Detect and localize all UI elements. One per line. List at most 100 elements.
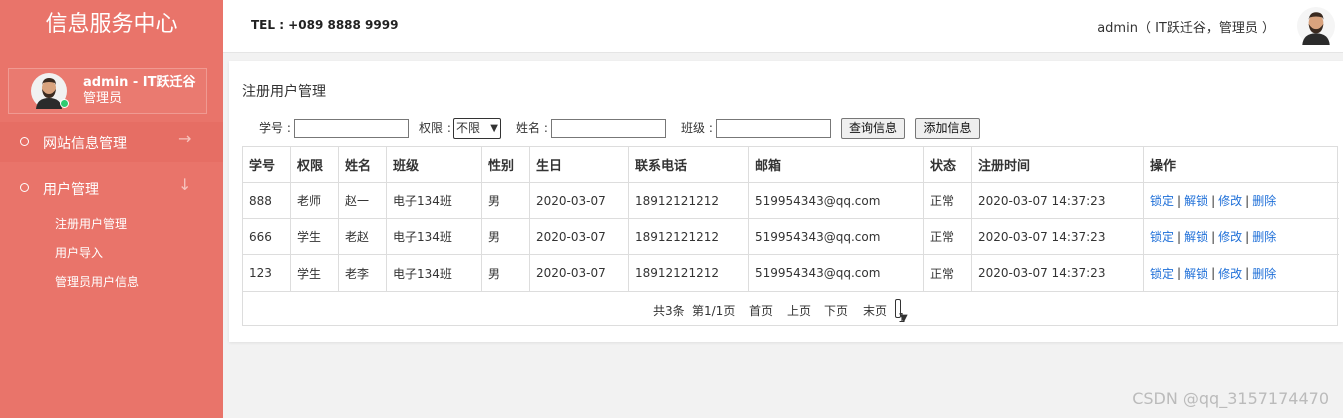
cell-birthday: 2020-03-07 (530, 219, 629, 254)
column-header-permission: 权限 (291, 147, 339, 182)
filter-id-label: 学号 : (259, 121, 291, 135)
pager-total: 共3条 (653, 304, 685, 318)
lock-link[interactable]: 锁定 (1150, 265, 1174, 282)
pager-next[interactable]: 下页 (824, 302, 848, 319)
chevron-down-icon: ▼ (490, 123, 498, 134)
cell-status: 正常 (924, 183, 972, 218)
column-header-status: 状态 (924, 147, 972, 182)
column-header-email: 邮箱 (749, 147, 924, 182)
cell-register-time: 2020-03-07 14:37:23 (972, 255, 1144, 291)
query-button[interactable]: 查询信息 (841, 118, 905, 139)
cell-gender: 男 (482, 183, 530, 218)
add-button[interactable]: 添加信息 (915, 118, 980, 139)
cell-id: 888 (243, 183, 291, 218)
table-header-row: 学号 权限 姓名 班级 性别 生日 联系电话 邮箱 状态 注册时间 操作 (243, 147, 1339, 183)
delete-link[interactable]: 删除 (1252, 228, 1276, 245)
separator: | (1211, 193, 1216, 208)
cell-class: 电子134班 (387, 183, 482, 218)
column-header-actions: 操作 (1150, 159, 1177, 174)
header-avatar[interactable] (1297, 7, 1335, 45)
nav-item-user-management[interactable]: 用户管理 ↓ (0, 168, 223, 208)
lock-link[interactable]: 锁定 (1150, 228, 1174, 245)
circle-icon (20, 183, 29, 192)
cell-actions: 锁定 | 解锁 | 修改 | 删除 (1144, 183, 1339, 218)
table-row: 888 老师 赵一 电子134班男 2020-03-07 18912121212 51995… (243, 183, 1339, 219)
page-select[interactable]: 1 ▼ (895, 299, 908, 325)
separator: | (1245, 229, 1250, 244)
class-input[interactable] (716, 119, 831, 138)
chevron-down-icon: ▼ (900, 313, 908, 324)
cell-actions: 锁定 | 解锁 | 修改 | 删除 (1144, 255, 1339, 291)
cell-status: 正常 (924, 219, 972, 254)
cell-email: 519954343@qq.com (749, 183, 924, 218)
separator: | (1177, 193, 1182, 208)
sidebar-user-role: 管理员 (83, 91, 123, 106)
column-header-phone: 联系电话 (629, 147, 749, 182)
pagination: 共3条 第1/1页 首页 上页 下页 末页 1 ▼ (243, 292, 1339, 326)
nav-item-label: 网站信息管理 (43, 136, 127, 152)
cell-gender: 男 (482, 219, 530, 254)
cell-permission: 学生 (291, 255, 339, 291)
lock-link[interactable]: 锁定 (1150, 192, 1174, 209)
watermark: CSDN @qq_3157174470 (1132, 389, 1329, 408)
cell-phone: 18912121212 (629, 183, 749, 218)
cell-name: 老赵 (339, 219, 387, 254)
cell-register-time: 2020-03-07 14:37:23 (972, 183, 1144, 218)
separator: | (1177, 229, 1182, 244)
cell-name: 老李 (339, 255, 387, 291)
nav-item-label: 用户管理 (43, 182, 99, 198)
sidebar-user-card: admin - IT跃迁谷 管理员 (8, 68, 207, 114)
permission-select-value: 不限 (456, 121, 481, 135)
sidebar: 信息服务中心 admin - IT跃迁谷 管理员 网站信息管理 → 用户管理 ↓… (0, 0, 223, 418)
cell-status: 正常 (924, 255, 972, 291)
pager-prev[interactable]: 上页 (787, 302, 811, 319)
edit-link[interactable]: 修改 (1218, 192, 1242, 209)
table-row: 666 学生 老赵 电子134班男 2020-03-07 18912121212 51995… (243, 219, 1339, 255)
arrow-right-icon: → (178, 129, 192, 148)
cell-permission: 老师 (291, 183, 339, 218)
edit-link[interactable]: 修改 (1218, 265, 1242, 282)
delete-link[interactable]: 删除 (1252, 265, 1276, 282)
cell-birthday: 2020-03-07 (530, 255, 629, 291)
column-header-birthday: 生日 (530, 147, 629, 182)
cell-gender: 男 (482, 255, 530, 291)
sub-item-registered-users[interactable]: 注册用户管理 (55, 215, 127, 232)
cell-actions: 锁定 | 解锁 | 修改 | 删除 (1144, 219, 1339, 254)
student-id-input[interactable] (294, 119, 409, 138)
header-tel: TEL : +089 8888 9999 (251, 18, 399, 32)
pager-last[interactable]: 末页 (863, 302, 887, 319)
sidebar-user-name: admin - IT跃迁谷 (83, 75, 196, 90)
cell-permission: 学生 (291, 219, 339, 254)
cell-email: 519954343@qq.com (749, 219, 924, 254)
cell-register-time: 2020-03-07 14:37:23 (972, 219, 1144, 254)
pager-first[interactable]: 首页 (749, 302, 773, 319)
separator: | (1211, 266, 1216, 280)
brand-title: 信息服务中心 (45, 12, 178, 37)
delete-link[interactable]: 删除 (1252, 192, 1276, 209)
unlock-link[interactable]: 解锁 (1184, 192, 1208, 209)
header-user-info[interactable]: admin（ IT跃迁谷，管理员 ） (1097, 17, 1275, 36)
online-status-dot (60, 99, 69, 108)
cell-class: 电子134班 (387, 219, 482, 254)
circle-icon (20, 137, 29, 146)
nav-item-site-info[interactable]: 网站信息管理 → (0, 122, 223, 162)
column-header-gender: 性别 (482, 147, 530, 182)
cell-phone: 18912121212 (629, 219, 749, 254)
separator: | (1245, 266, 1250, 280)
edit-link[interactable]: 修改 (1218, 228, 1242, 245)
cell-birthday: 2020-03-07 (530, 183, 629, 218)
sub-item-admin-info[interactable]: 管理员用户信息 (55, 273, 139, 290)
pager-page-info: 第1/1页 (692, 304, 736, 318)
column-header-register-time: 注册时间 (972, 147, 1144, 182)
unlock-link[interactable]: 解锁 (1184, 228, 1208, 245)
filter-name-label: 姓名 : (516, 121, 548, 135)
separator: | (1177, 266, 1182, 280)
cell-class: 电子134班 (387, 255, 482, 291)
permission-select[interactable]: 不限 ▼ (453, 118, 501, 139)
top-header: TEL : +089 8888 9999 admin（ IT跃迁谷，管理员 ） (223, 0, 1343, 53)
sub-item-user-import[interactable]: 用户导入 (55, 244, 103, 261)
column-header-class: 班级 (387, 147, 482, 182)
table-row: 123 学生 老李 电子134班男 2020-03-07 18912121212 51995… (243, 255, 1339, 292)
unlock-link[interactable]: 解锁 (1184, 265, 1208, 282)
name-input[interactable] (551, 119, 666, 138)
